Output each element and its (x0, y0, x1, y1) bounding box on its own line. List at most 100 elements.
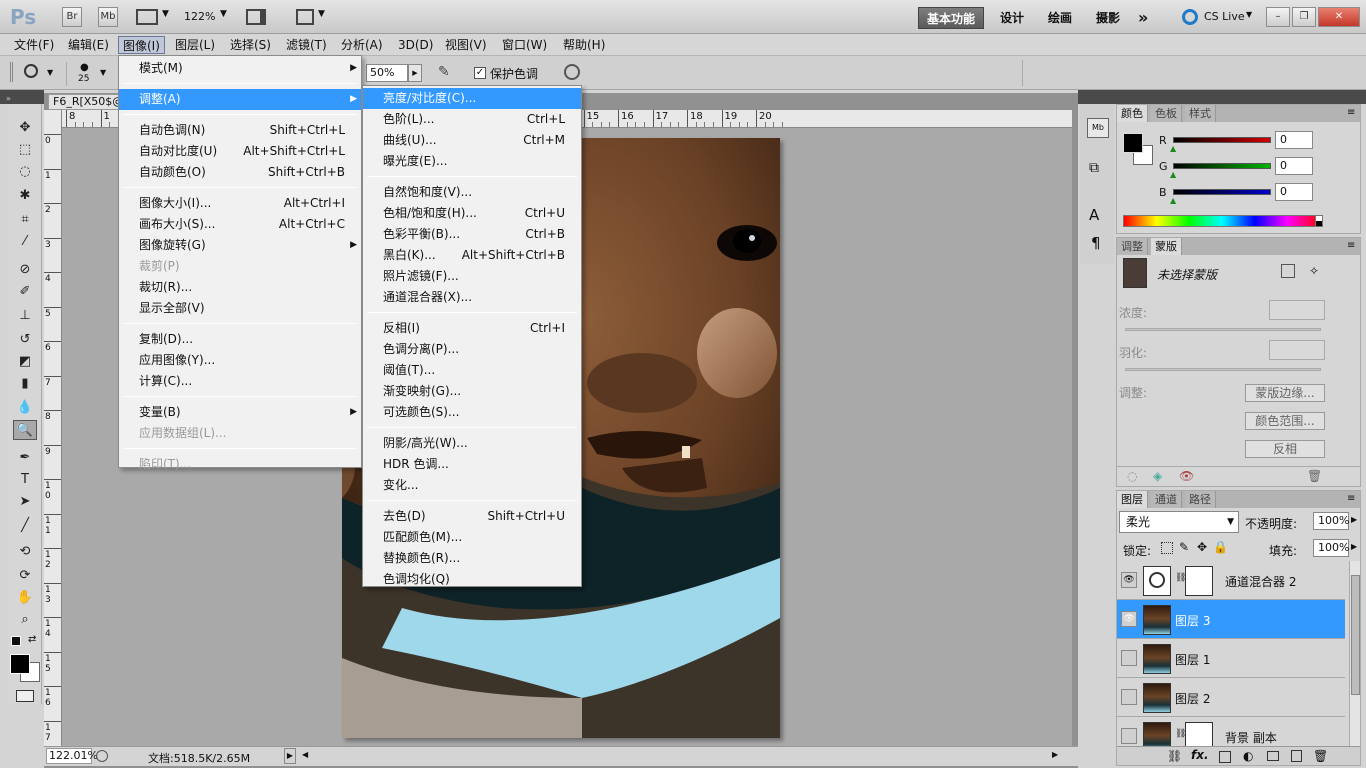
brush-dot-icon[interactable]: ● (80, 62, 89, 73)
visibility-toggle[interactable] (1121, 650, 1137, 666)
black-white-ramp[interactable] (1315, 215, 1323, 227)
slider-handle-icon[interactable]: ▲ (1170, 196, 1176, 205)
character-icon[interactable]: A (1089, 206, 1099, 224)
screen-mode-icon[interactable] (296, 9, 314, 25)
tab-adjustments[interactable]: 调整 (1117, 238, 1148, 255)
swap-colors-icon[interactable]: ⇄ (28, 634, 36, 645)
line-tool-icon[interactable]: ╱ (13, 516, 37, 536)
r-slider[interactable]: ▲ (1170, 137, 1271, 153)
default-colors-icon[interactable] (11, 636, 21, 646)
lock-all-icon[interactable]: 🔒 (1213, 540, 1228, 554)
cs-live-button[interactable]: CS Live (1204, 10, 1245, 23)
menu-image[interactable]: 图像(I) (118, 36, 165, 54)
menu-item[interactable]: 阈值(T)... (363, 360, 581, 381)
menu-item[interactable]: 自然饱和度(V)... (363, 182, 581, 203)
menu-item[interactable]: 色相/饱和度(H)... Ctrl+U (363, 203, 581, 224)
bridge-button[interactable]: Br (62, 7, 82, 27)
exposure-dropdown-icon[interactable]: ▶ (408, 64, 422, 82)
protect-tones-checkbox[interactable]: ✓ (474, 67, 486, 79)
layer-style-icon[interactable]: fx. (1191, 748, 1209, 762)
r-value[interactable]: 0 (1275, 131, 1313, 149)
blur-tool-icon[interactable]: 💧 (13, 398, 37, 418)
tab-layers[interactable]: 图层 (1117, 491, 1148, 508)
menu-item[interactable]: 阴影/高光(W)... (363, 433, 581, 454)
panel-menu-icon[interactable]: ≡ (1347, 107, 1355, 118)
pressure-icon[interactable] (564, 64, 580, 80)
chevron-down-icon[interactable]: ▼ (100, 68, 106, 77)
menu-item[interactable]: 变化... (363, 475, 581, 496)
minimize-button[interactable]: – (1266, 7, 1290, 27)
pen-tool-icon[interactable]: ✒ (13, 448, 37, 468)
pixel-mask-icon[interactable] (1281, 264, 1295, 278)
menu-filter[interactable]: 滤镜(T) (282, 36, 331, 54)
clone-stamp-tool-icon[interactable]: ⊥ (13, 306, 37, 326)
tab-masks[interactable]: 蒙版 (1151, 238, 1182, 255)
workspace-photography[interactable]: 摄影 (1088, 7, 1128, 29)
close-button[interactable]: ✕ (1318, 7, 1360, 27)
visibility-toggle[interactable] (1121, 728, 1137, 744)
tab-channels[interactable]: 通道 (1151, 491, 1182, 508)
scroll-left-icon[interactable]: ◀ (302, 750, 308, 759)
menu-layer[interactable]: 图层(L) (171, 36, 219, 54)
feather-input[interactable] (1269, 340, 1325, 360)
status-info-icon[interactable] (96, 750, 108, 762)
panel-menu-icon[interactable]: ≡ (1347, 493, 1355, 504)
chevron-down-icon[interactable]: ▼ (47, 68, 53, 77)
menu-item[interactable]: 替换颜色(R)... (363, 548, 581, 569)
eyedropper-tool-icon[interactable]: ⁄ (13, 232, 37, 252)
menu-item[interactable]: 色阶(L)... Ctrl+L (363, 109, 581, 130)
menu-item[interactable]: 变量(B) ▶ (119, 402, 361, 423)
eraser-tool-icon[interactable]: ◩ (13, 352, 37, 372)
marquee-tool-icon[interactable]: ⬚ (13, 140, 37, 160)
menu-select[interactable]: 选择(S) (226, 36, 275, 54)
dodge-tool-icon[interactable] (24, 64, 38, 78)
b-value[interactable]: 0 (1275, 183, 1313, 201)
move-tool-icon[interactable]: ✥ (13, 118, 37, 138)
chevron-down-icon[interactable]: ▼ (162, 9, 169, 19)
mini-bridge-button[interactable]: Mb (98, 7, 118, 27)
menu-item[interactable]: 计算(C)... (119, 371, 361, 392)
new-layer-icon[interactable] (1291, 750, 1302, 762)
menu-item[interactable]: 画布大小(S)... Alt+Ctrl+C (119, 214, 361, 235)
scroll-thumb[interactable] (1351, 575, 1360, 695)
quick-mask-icon[interactable] (16, 690, 34, 702)
layer-name[interactable]: 图层 3 (1175, 612, 1210, 629)
menu-item[interactable]: 曝光度(E)... (363, 151, 581, 172)
menu-item[interactable]: 可选颜色(S)... (363, 402, 581, 423)
3d-rotate-tool-icon[interactable]: ⟲ (13, 542, 37, 562)
new-adjustment-icon[interactable]: ◐ (1243, 749, 1253, 763)
menu-item[interactable]: HDR 色调... (363, 454, 581, 475)
menu-item[interactable]: 模式(M) ▶ (119, 58, 361, 79)
menu-item[interactable]: 色调均化(Q) (363, 569, 581, 590)
menu-item[interactable]: 图像大小(I)... Alt+Ctrl+I (119, 193, 361, 214)
menu-item[interactable]: 裁切(R)... (119, 277, 361, 298)
vector-mask-icon[interactable]: ✧ (1309, 264, 1319, 278)
menu-edit[interactable]: 编辑(E) (64, 36, 113, 54)
brush-tool-icon[interactable]: ✐ (13, 282, 37, 302)
hand-tool-icon[interactable]: ✋ (13, 588, 37, 608)
menu-item[interactable]: 自动颜色(O) Shift+Ctrl+B (119, 162, 361, 183)
exposure-input[interactable]: 50% (366, 64, 408, 82)
scroll-right-icon[interactable]: ▶ (1052, 750, 1058, 759)
3d-orbit-tool-icon[interactable]: ⟳ (13, 566, 37, 586)
menu-item[interactable]: 自动色调(N) Shift+Ctrl+L (119, 120, 361, 141)
zoom-readout[interactable]: 122.01% (46, 748, 98, 764)
menu-file[interactable]: 文件(F) (10, 36, 58, 54)
history-brush-tool-icon[interactable]: ↺ (13, 330, 37, 350)
zoom-tool-icon[interactable]: ⌕ (13, 610, 37, 630)
lock-transparency-icon[interactable] (1161, 542, 1173, 554)
menu-item[interactable]: 通道混合器(X)... (363, 287, 581, 308)
menu-item[interactable]: 色调分离(P)... (363, 339, 581, 360)
type-tool-icon[interactable]: T (13, 470, 37, 490)
visibility-toggle[interactable]: 👁 (1121, 572, 1137, 588)
lock-position-icon[interactable]: ✥ (1197, 540, 1207, 554)
menu-item[interactable]: 应用图像(Y)... (119, 350, 361, 371)
chevron-down-icon[interactable]: ▼ (220, 9, 227, 19)
fill-input[interactable]: 100% (1313, 539, 1349, 557)
opacity-arrow-icon[interactable]: ▶ (1351, 515, 1357, 524)
opacity-input[interactable]: 100% (1313, 512, 1349, 530)
layer-mask-thumbnail[interactable] (1185, 566, 1213, 596)
restore-button[interactable]: ❐ (1292, 7, 1316, 27)
fill-arrow-icon[interactable]: ▶ (1351, 542, 1357, 551)
color-spectrum[interactable] (1123, 215, 1321, 227)
